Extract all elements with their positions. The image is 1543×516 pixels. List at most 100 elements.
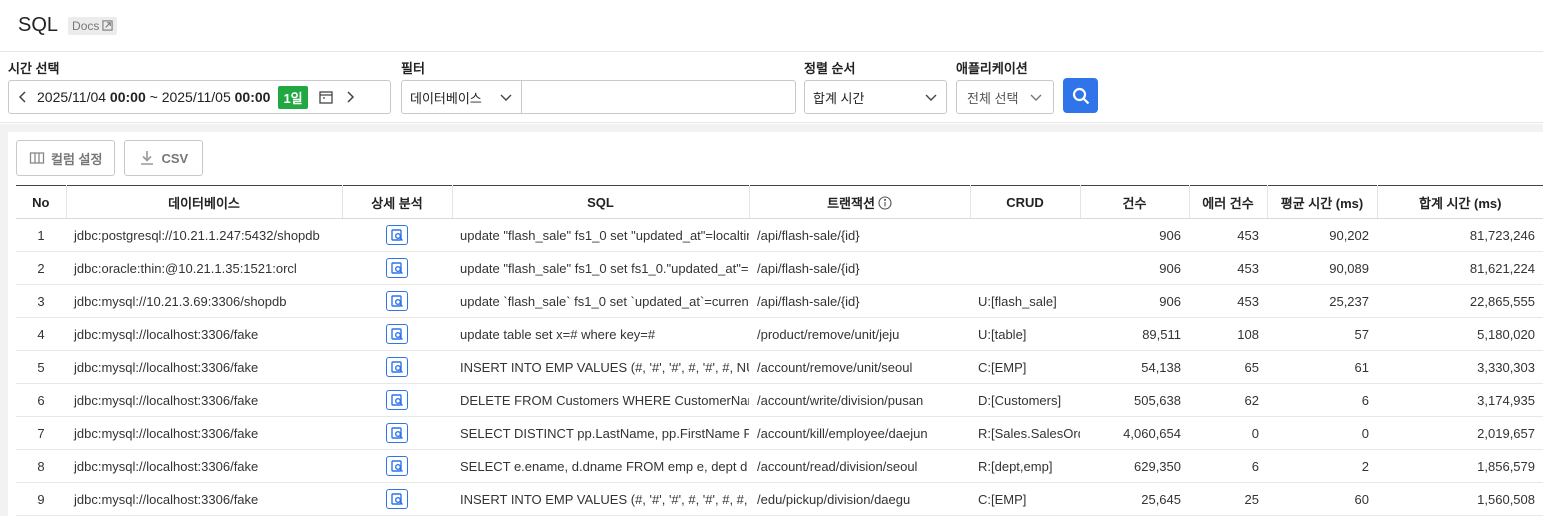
col-header-transaction[interactable]: 트랜잭션 — [749, 185, 971, 219]
cell-errors: 6 — [1189, 449, 1267, 483]
cell-total-time: 2,019,657 — [1377, 416, 1543, 450]
sort-select[interactable]: 합계 시간 — [804, 80, 947, 114]
table-row[interactable]: 3 jdbc:mysql://10.21.3.69:3306/shopdb upda… — [16, 284, 1543, 318]
search-button[interactable] — [1063, 78, 1098, 113]
calendar-icon[interactable] — [318, 89, 334, 105]
col-header-detail[interactable]: 상세 분석 — [342, 185, 453, 219]
table-header-row: No 데이터베이스 상세 분석 SQL 트랜잭션 CRUD 건수 에러 건수 평… — [16, 185, 1543, 219]
column-settings-button[interactable]: 컬럼 설정 — [16, 140, 116, 176]
detail-analysis-button[interactable] — [386, 456, 408, 476]
table-row[interactable]: 7 jdbc:mysql://localhost:3306/fake SELECT … — [16, 416, 1543, 450]
app-select[interactable]: 전체 선택 — [956, 80, 1054, 114]
cell-crud: U:[flash_sale] — [970, 284, 1080, 318]
table-row[interactable]: 2 jdbc:oracle:thin:@10.21.1.35:1521:orcl u… — [16, 251, 1543, 285]
detail-analysis-button[interactable] — [386, 390, 408, 410]
col-header-sql[interactable]: SQL — [452, 185, 750, 219]
csv-download-button[interactable]: CSV — [124, 140, 204, 176]
cell-database: jdbc:mysql://localhost:3306/fake — [66, 383, 342, 417]
detail-analysis-button[interactable] — [386, 489, 408, 509]
magnifier-document-icon — [390, 492, 403, 505]
table-row[interactable]: 8 jdbc:mysql://localhost:3306/fake SELECT … — [16, 449, 1543, 483]
detail-analysis-button[interactable] — [386, 291, 408, 311]
cell-avg-time: 90,202 — [1267, 218, 1377, 252]
table-row[interactable]: 9 jdbc:mysql://localhost:3306/fake INSERT … — [16, 482, 1543, 516]
filter-field-select[interactable]: 데이터베이스 — [401, 80, 521, 114]
cell-transaction: /product/remove/unit/jeju — [749, 317, 970, 351]
detail-analysis-button[interactable] — [386, 258, 408, 278]
cell-no: 3 — [16, 284, 66, 318]
cell-errors: 453 — [1189, 218, 1267, 252]
cell-count: 906 — [1080, 251, 1189, 285]
cell-no: 2 — [16, 251, 66, 285]
filter-input[interactable] — [521, 80, 796, 114]
cell-sql: update `flash_sale` fs1_0 set `updated_a… — [452, 284, 749, 318]
sort-group: 정렬 순서 합계 시간 — [804, 60, 947, 114]
magnifier-document-icon — [390, 360, 403, 373]
cell-no: 8 — [16, 449, 66, 483]
csv-label: CSV — [161, 150, 189, 166]
cell-crud: C:[EMP] — [970, 482, 1080, 516]
docs-link[interactable]: Docs — [68, 16, 118, 35]
table-row[interactable]: 1 jdbc:postgresql://10.21.1.247:5432/shop… — [16, 218, 1543, 252]
col-header-crud[interactable]: CRUD — [970, 185, 1081, 219]
cell-sql: SELECT DISTINCT pp.LastName, pp.FirstNam… — [452, 416, 749, 450]
cell-crud — [970, 251, 1080, 285]
table-row[interactable]: 4 jdbc:mysql://localhost:3306/fake update … — [16, 317, 1543, 351]
table-toolbar: 컬럼 설정 CSV — [16, 140, 204, 176]
col-header-database[interactable]: 데이터베이스 — [66, 185, 343, 219]
cell-avg-time: 25,237 — [1267, 284, 1377, 318]
search-icon — [1072, 87, 1089, 104]
cell-transaction: /account/write/division/pusan — [749, 383, 970, 417]
cell-database: jdbc:mysql://localhost:3306/fake — [66, 350, 342, 384]
magnifier-document-icon — [390, 426, 403, 439]
cell-transaction: /account/read/division/seoul — [749, 449, 970, 483]
cell-crud: D:[Customers] — [970, 383, 1080, 417]
docs-label: Docs — [72, 18, 100, 33]
range-badge[interactable]: 1일 — [278, 85, 308, 109]
col-header-no[interactable]: No — [16, 185, 67, 219]
cell-crud — [970, 218, 1080, 252]
page-title: SQL — [18, 14, 59, 36]
column-settings-label: 컬럼 설정 — [51, 151, 103, 167]
detail-analysis-button[interactable] — [386, 357, 408, 377]
title-bar: SQL Docs — [0, 0, 1543, 52]
cell-errors: 25 — [1189, 482, 1267, 516]
chevron-left-icon[interactable] — [15, 89, 31, 105]
col-header-total-time[interactable]: 합계 시간 (ms) — [1377, 185, 1543, 219]
time-range-picker[interactable]: 2025/11/04 00:00 ~ 2025/11/05 00:00 1일 — [8, 80, 391, 114]
magnifier-document-icon — [390, 393, 403, 406]
cell-avg-time: 60 — [1267, 482, 1377, 516]
cell-count: 4,060,654 — [1080, 416, 1189, 450]
chevron-right-icon[interactable] — [342, 89, 358, 105]
cell-count: 906 — [1080, 284, 1189, 318]
info-icon[interactable] — [878, 195, 892, 210]
col-header-count[interactable]: 건수 — [1080, 185, 1190, 219]
cell-database: jdbc:oracle:thin:@10.21.1.35:1521:orcl — [66, 251, 342, 285]
table-row[interactable]: 6 jdbc:mysql://localhost:3306/fake DELETE … — [16, 383, 1543, 417]
table-panel: 컬럼 설정 CSV No 데이터베이스 상세 분석 SQL 트랜잭션 CRUD — [8, 132, 1543, 516]
col-header-avg-time[interactable]: 평균 시간 (ms) — [1267, 185, 1378, 219]
detail-analysis-button[interactable] — [386, 225, 408, 245]
table-body: 1 jdbc:postgresql://10.21.1.247:5432/shop… — [16, 218, 1543, 516]
detail-analysis-button[interactable] — [386, 324, 408, 344]
filter-field-value: 데이터베이스 — [410, 90, 482, 106]
download-icon — [141, 151, 154, 165]
table-row[interactable]: 5 jdbc:mysql://localhost:3306/fake INSERT … — [16, 350, 1543, 384]
cell-sql: DELETE FROM Customers WHERE CustomerName — [452, 383, 749, 417]
cell-transaction: /account/kill/employee/daejun — [749, 416, 970, 450]
filter-group: 필터 데이터베이스 — [401, 60, 796, 114]
cell-errors: 453 — [1189, 251, 1267, 285]
cell-errors: 0 — [1189, 416, 1267, 450]
cell-database: jdbc:postgresql://10.21.1.247:5432/shopd… — [66, 218, 342, 252]
magnifier-document-icon — [390, 327, 403, 340]
cell-database: jdbc:mysql://localhost:3306/fake — [66, 416, 342, 450]
cell-count: 25,645 — [1080, 482, 1189, 516]
cell-count: 89,511 — [1080, 317, 1189, 351]
cell-count: 54,138 — [1080, 350, 1189, 384]
cell-total-time: 1,560,508 — [1377, 482, 1543, 516]
cell-no: 4 — [16, 317, 66, 351]
col-header-errors[interactable]: 에러 건수 — [1189, 185, 1268, 219]
chevron-down-icon — [925, 94, 937, 101]
cell-count: 906 — [1080, 218, 1189, 252]
detail-analysis-button[interactable] — [386, 423, 408, 443]
